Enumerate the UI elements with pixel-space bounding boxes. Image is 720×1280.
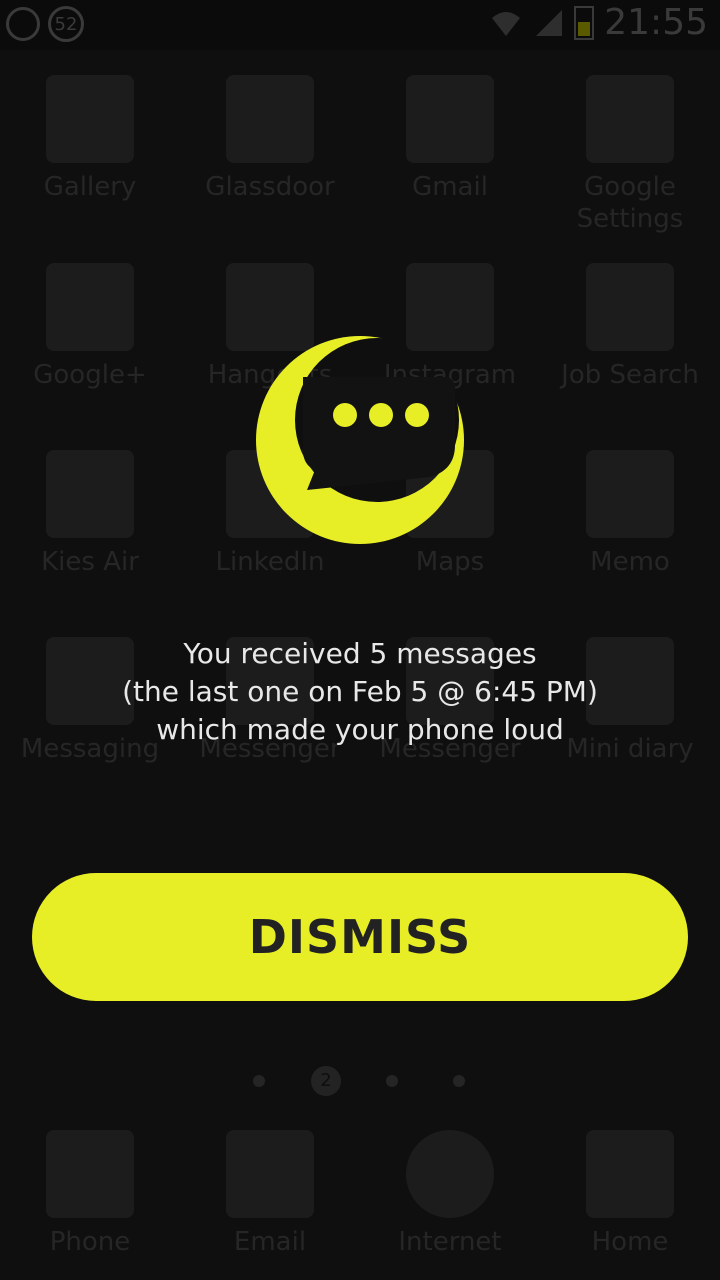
- message-line-3: which made your phone loud: [156, 713, 564, 746]
- status-bar: 52 21:55: [0, 0, 720, 50]
- message-line-2: (the last one on Feb 5 @ 6:45 PM): [122, 675, 598, 708]
- wifi-icon: [492, 11, 521, 36]
- signal-icon: [536, 9, 563, 36]
- alarm-icon: [6, 7, 40, 41]
- dismiss-button[interactable]: DISMISS: [32, 873, 688, 1001]
- notification-count-badge: 52: [48, 6, 84, 42]
- battery-icon: [574, 5, 595, 40]
- moon-chat-icon: [256, 336, 464, 544]
- status-time: 21:55: [604, 2, 708, 43]
- notification-message: You received 5 messages (the last one on…: [40, 635, 680, 749]
- message-line-1: You received 5 messages: [183, 637, 537, 670]
